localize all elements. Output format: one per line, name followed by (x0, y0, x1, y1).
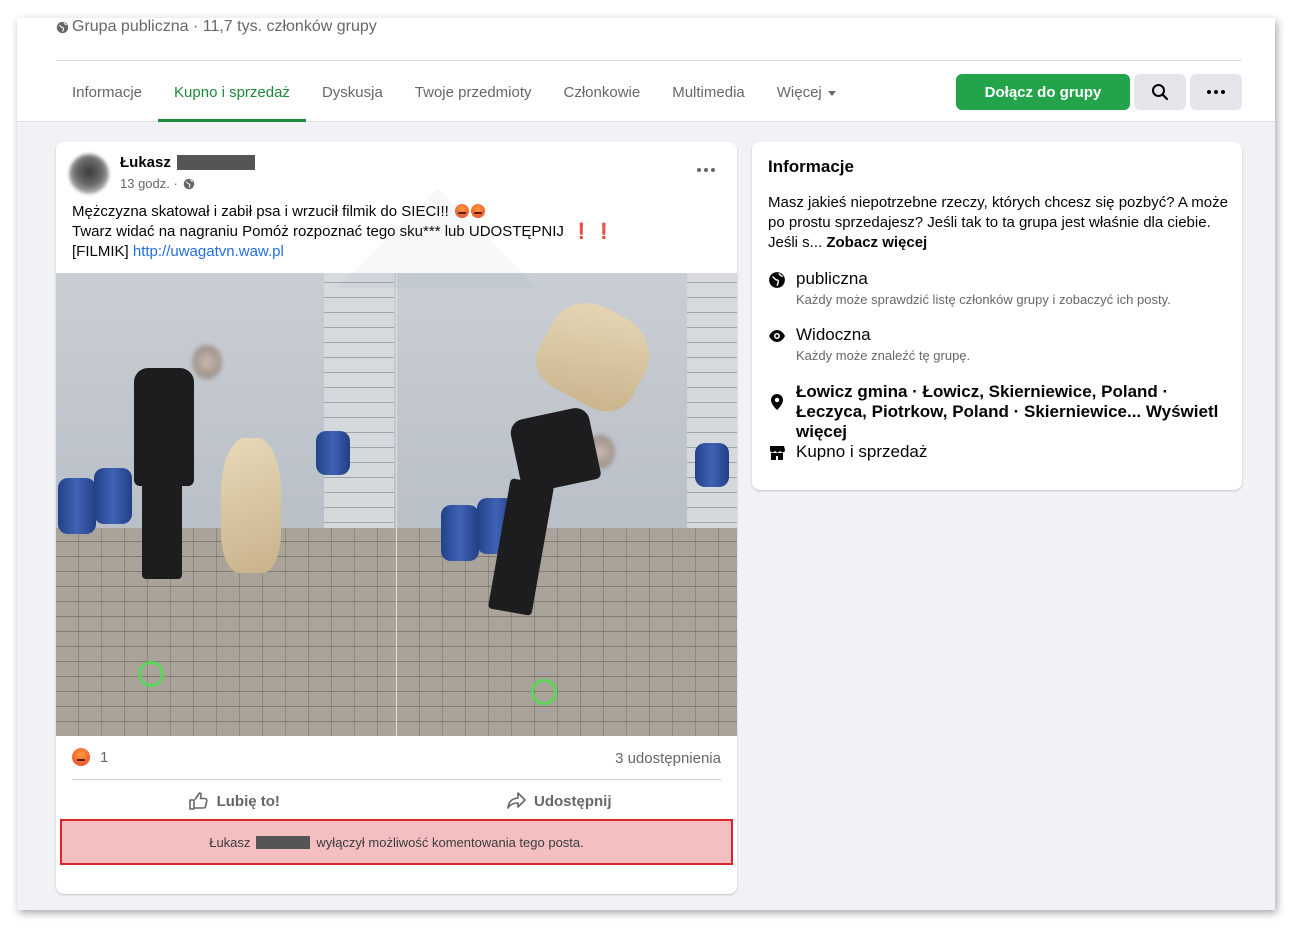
comments-off-text: wyłączył możliwość komentowania tego pos… (316, 834, 584, 850)
post-author-name: Łukasz (120, 154, 171, 171)
reactions-summary[interactable]: 1 (72, 748, 108, 766)
comments-off-author: Łukasz (209, 834, 251, 850)
post-menu-icon[interactable] (697, 168, 715, 172)
chevron-down-icon (827, 91, 836, 96)
watermark-logo (337, 188, 537, 288)
post-link[interactable]: http://uwagatvn.waw.pl (133, 243, 284, 260)
post-author[interactable]: Łukasz (120, 154, 255, 171)
angry-reaction-icon (72, 748, 90, 766)
video-frame-right (397, 273, 737, 736)
see-more-link[interactable]: Zobacz więcej (826, 234, 927, 251)
exclamation-icon: ❗ (572, 223, 591, 240)
info-title: Informacje (768, 157, 854, 176)
globe-icon (769, 272, 785, 288)
group-meta-text: Grupa publiczna · 11,7 tys. członków gru… (72, 18, 377, 35)
tab-dyskusja[interactable]: Dyskusja (306, 63, 399, 122)
share-button[interactable]: Udostępnij (397, 784, 722, 818)
post-time-text: 13 godz. · (120, 176, 178, 191)
post-line-3-prefix: [FILMIK] (72, 243, 129, 260)
like-button[interactable]: Lubię to! (72, 784, 397, 818)
group-info-card: Informacje Masz jakieś niepotrzebne rzec… (752, 142, 1242, 490)
post-timestamp[interactable]: 13 godz. · (120, 176, 195, 191)
location-text: Łowicz gmina · Łowicz, Skierniewice, Pol… (796, 382, 1236, 442)
eye-icon (769, 330, 785, 342)
public-subtitle: Każdy może sprawdzić listę członków grup… (796, 292, 1171, 307)
exclamation-icon: ❗ (594, 223, 614, 240)
tab-twoje-przedmioty[interactable]: Twoje przedmioty (399, 63, 548, 122)
location-pin-icon (771, 394, 783, 410)
share-icon (507, 792, 526, 809)
header-divider (56, 60, 1242, 61)
page-frame: Grupa publiczna · 11,7 tys. członków gru… (17, 18, 1275, 910)
reaction-count: 1 (100, 748, 109, 766)
globe-icon (56, 21, 69, 33)
search-button[interactable] (1134, 74, 1186, 110)
redaction-bar (256, 835, 311, 849)
share-label: Udostępnij (534, 792, 612, 810)
search-icon (1152, 84, 1169, 101)
tab-wiecej-label: Więcej (776, 83, 822, 101)
shop-icon (770, 446, 785, 460)
info-row-location: Łowicz gmina · Łowicz, Skierniewice, Pol… (768, 382, 1228, 441)
globe-icon (183, 178, 195, 189)
info-description: Masz jakieś niepotrzebne rzeczy, których… (768, 193, 1228, 253)
group-header: Grupa publiczna · 11,7 tys. członków gru… (17, 18, 1275, 122)
tab-multimedia[interactable]: Multimedia (656, 63, 761, 122)
visible-title: Widoczna (796, 325, 871, 344)
post-media[interactable] (56, 273, 737, 736)
more-dots-icon (1207, 90, 1225, 94)
visible-subtitle: Każdy może znaleźć tę grupę. (796, 348, 971, 363)
comments-disabled-notice: Łukasz wyłączył możliwość komentowania t… (60, 819, 733, 865)
video-frame-left (56, 273, 396, 736)
tab-wiecej[interactable]: Więcej (761, 63, 852, 122)
like-label: Lubię to! (216, 792, 280, 810)
group-tabs: Informacje Kupno i sprzedaż Dyskusja Two… (56, 63, 852, 122)
location-list: Łowicz gmina · Łowicz, Skierniewice, Pol… (796, 382, 1169, 421)
category-title: Kupno i sprzedaż (796, 442, 928, 461)
join-group-button[interactable]: Dołącz do grupy (956, 74, 1130, 110)
more-options-button[interactable] (1190, 74, 1242, 110)
public-title: publiczna (796, 269, 868, 288)
actions-divider (72, 779, 721, 780)
thumbs-up-icon (188, 792, 208, 810)
tab-czlonkowie[interactable]: Członkowie (548, 63, 657, 122)
post-actions: Lubię to! Udostępnij (72, 784, 721, 818)
group-meta: Grupa publiczna · 11,7 tys. członków gru… (56, 18, 377, 36)
avatar[interactable] (69, 154, 109, 194)
tab-informacje[interactable]: Informacje (56, 63, 158, 122)
tab-kupno-i-sprzedaz[interactable]: Kupno i sprzedaż (158, 63, 306, 122)
redaction-bar (176, 155, 255, 170)
shares-count[interactable]: 3 udostępnienia (615, 750, 721, 767)
